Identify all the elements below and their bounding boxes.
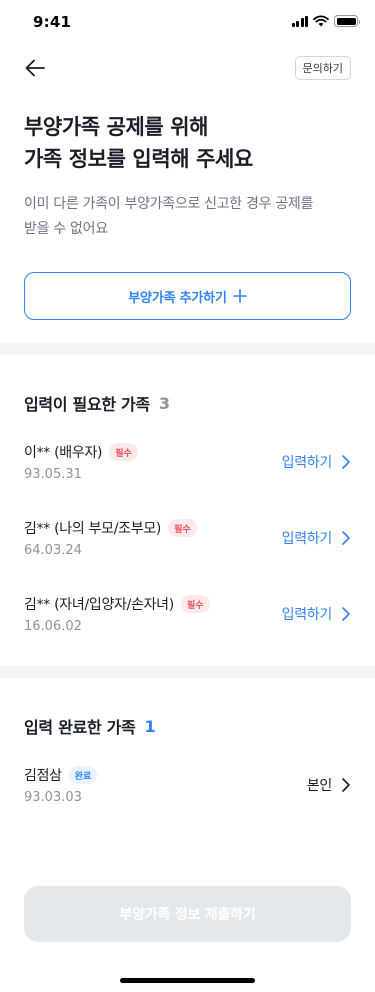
enter-info-link[interactable]: 입력하기 [282,528,333,548]
add-dependent-label: 부양가족 추가하기 [128,290,227,306]
cellular-signal-icon [291,15,308,27]
status-bar: 9:41 [0,0,375,44]
done-section-header: 입력 완료한 가족 1 [24,714,156,738]
chevron-right-icon [342,778,350,792]
chevron-right-icon [342,607,350,621]
list-item[interactable]: 김점삼 완료 93.03.03 본인 [24,765,351,811]
status-time: 9:41 [33,13,72,31]
battery-icon [334,15,360,27]
done-count: 1 [144,716,156,736]
birth-date: 93.03.03 [24,790,82,805]
arrow-left-icon [25,59,45,77]
pending-count: 3 [158,393,171,413]
done-badge: 완료 [68,766,98,784]
birth-date: 93.05.31 [24,467,82,482]
navigation-bar: 문의하기 [0,52,375,84]
back-button[interactable] [22,55,48,81]
status-icons [291,15,360,27]
done-section-title: 입력 완료한 가족 [24,718,136,737]
page-description-line1: 이미 다른 가족이 부양가족으로 신고한 경우 공제를 [24,196,314,212]
list-item[interactable]: 이** (배우자) 필수 93.05.31 입력하기 [24,442,351,488]
enter-info-link[interactable]: 입력하기 [282,604,333,624]
submit-button-label: 부양가족 정보 제출하기 [119,907,256,923]
list-item[interactable]: 김** (나의 부모/조부모) 필수 64.03.24 입력하기 [24,518,351,564]
family-member-name: 김** (자녀/입양자/손자녀) [24,597,174,613]
relationship-label: 본인 [306,778,332,794]
page-description: 이미 다른 가족이 부양가족으로 신고한 경우 공제를 받을 수 없어요 [24,192,354,242]
enter-info-link[interactable]: 입력하기 [282,452,333,472]
family-member-name: 김점삼 [24,768,62,784]
add-dependent-button[interactable]: 부양가족 추가하기 [24,272,351,320]
section-divider [0,343,375,355]
submit-button[interactable]: 부양가족 정보 제출하기 [24,886,351,942]
page-title-line1: 부양가족 공제를 위해 [24,115,209,139]
family-member-name: 이** (배우자) [24,445,103,461]
chevron-right-icon [342,455,350,469]
required-badge: 필수 [109,443,138,461]
inquiry-button[interactable]: 문의하기 [294,56,351,80]
list-item[interactable]: 김** (자녀/입양자/손자녀) 필수 16.06.02 입력하기 [24,594,351,640]
family-member-name: 김** (나의 부모/조부모) [24,521,162,537]
pending-section-header: 입력이 필요한 가족 3 [24,391,170,415]
birth-date: 16.06.02 [24,619,82,634]
plus-icon [232,289,247,303]
wifi-icon [313,15,329,27]
chevron-right-icon [342,531,350,545]
birth-date: 64.03.24 [24,543,82,558]
page-description-line2: 받을 수 없어요 [24,221,108,237]
pending-section-title: 입력이 필요한 가족 [24,395,150,414]
page-title: 부양가족 공제를 위해 가족 정보를 입력해 주세요 [24,111,354,175]
required-badge: 필수 [180,595,210,613]
home-indicator [120,978,255,983]
required-badge: 필수 [168,519,197,537]
page-title-line2: 가족 정보를 입력해 주세요 [24,147,253,171]
section-divider [0,666,375,678]
